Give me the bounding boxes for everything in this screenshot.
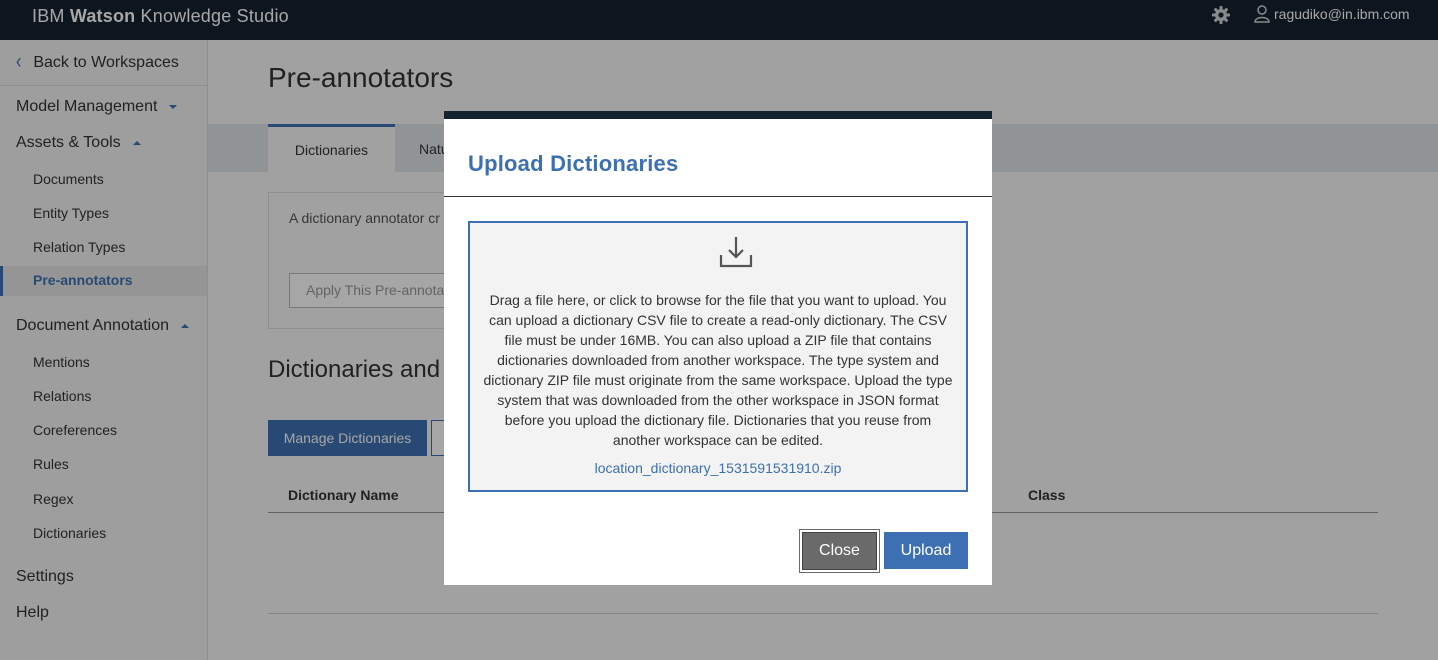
- download-icon: [719, 237, 753, 268]
- close-button[interactable]: Close: [802, 532, 877, 570]
- upload-button[interactable]: Upload: [884, 532, 968, 569]
- upload-dictionaries-dialog: Upload Dictionaries Drag a file here, or…: [444, 111, 992, 585]
- selected-file-name: location_dictionary_1531591531910.zip: [594, 460, 842, 476]
- file-drop-zone[interactable]: Drag a file here, or click to browse for…: [468, 221, 968, 492]
- drop-instructions: Drag a file here, or click to browse for…: [483, 292, 953, 448]
- dialog-divider: [444, 196, 992, 197]
- dialog-title: Upload Dictionaries: [468, 151, 679, 176]
